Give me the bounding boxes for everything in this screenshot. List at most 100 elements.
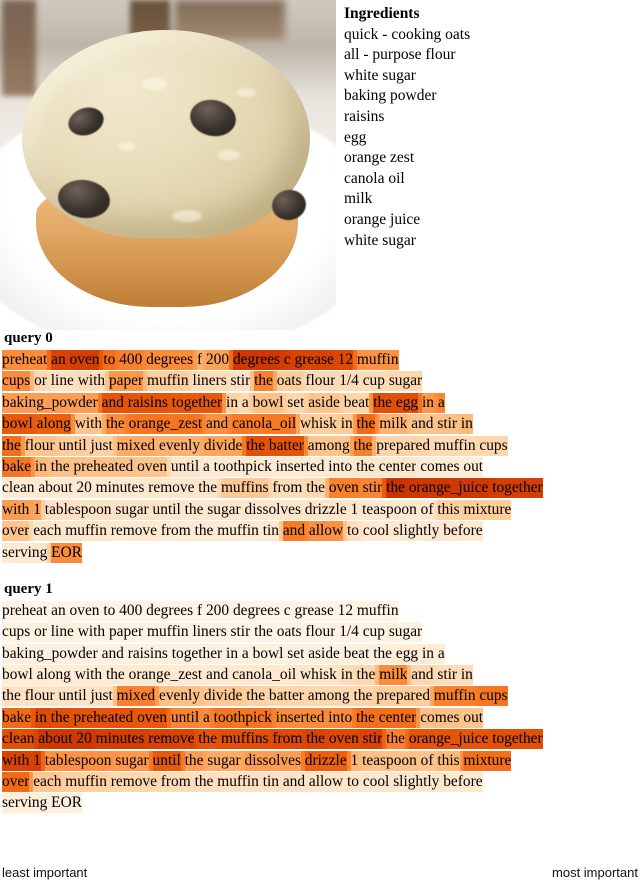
token: muffin xyxy=(217,772,259,793)
ingredients-title: Ingredients xyxy=(344,5,420,22)
ingredient-item: egg xyxy=(344,128,367,146)
token: muffin xyxy=(147,371,189,392)
token-space xyxy=(248,643,253,664)
token: degrees xyxy=(232,350,280,370)
token: grease xyxy=(294,350,334,370)
token: orange_juice xyxy=(408,729,489,750)
token: just xyxy=(90,686,113,707)
token: 20 xyxy=(76,478,92,499)
token: mixture xyxy=(463,499,512,520)
token: inserted xyxy=(275,456,325,477)
query-text-line: cups or line with paper muffin liners st… xyxy=(2,621,640,643)
token-space xyxy=(240,750,245,771)
token: c xyxy=(283,600,291,621)
token: each xyxy=(33,521,62,542)
token: tin xyxy=(262,521,279,542)
token: degrees xyxy=(232,600,280,621)
token-space xyxy=(290,600,295,621)
token: in xyxy=(226,392,239,413)
token: allow xyxy=(308,521,344,542)
token: sugar xyxy=(115,750,149,771)
token-space xyxy=(86,435,91,456)
token: comes xyxy=(420,456,460,477)
token: the xyxy=(194,521,214,542)
token: whisk xyxy=(300,414,337,435)
token: prepared xyxy=(376,686,431,707)
token: 200 xyxy=(205,600,230,621)
token: tablespoon xyxy=(44,750,112,771)
token: muffin xyxy=(217,521,259,542)
token: sugar xyxy=(207,499,241,520)
token: milk xyxy=(379,665,408,686)
query-text-line: with 1 tablespoon sugar until the sugar … xyxy=(2,750,640,771)
token: milk xyxy=(379,414,408,435)
token: from xyxy=(272,478,303,499)
token-space xyxy=(352,414,357,435)
token: sugar xyxy=(388,371,423,392)
token: minutes xyxy=(95,729,145,750)
legend-most-label: most important xyxy=(552,865,638,880)
token: muffin xyxy=(356,600,399,621)
token: remove xyxy=(110,772,157,793)
token: mixed xyxy=(116,435,156,456)
token: preheat xyxy=(2,350,48,370)
token: muffin xyxy=(433,435,476,456)
token: aside xyxy=(308,643,340,664)
query-block: query 0 preheat an oven to 400 degrees f … xyxy=(0,330,640,563)
legend-least-label: least important xyxy=(2,865,88,880)
token: in xyxy=(460,414,473,435)
token: sugar xyxy=(207,750,241,771)
token: cup xyxy=(362,371,385,392)
token: along xyxy=(36,665,71,686)
token: the xyxy=(184,750,204,771)
token: in xyxy=(340,414,353,435)
token-space xyxy=(226,371,231,392)
token: stir xyxy=(230,371,251,392)
token: 1/4 xyxy=(339,371,359,392)
token-space xyxy=(240,499,245,520)
token: remove xyxy=(148,729,195,750)
token: orange_zest xyxy=(128,665,203,686)
token: and xyxy=(411,665,434,686)
query-text-line: serving EOR xyxy=(2,792,640,814)
token: the xyxy=(198,478,218,499)
token: flour xyxy=(305,622,336,643)
photo-crumb xyxy=(172,210,202,222)
token: drizzle xyxy=(304,750,347,771)
photo-crumb xyxy=(218,150,240,160)
token: allow xyxy=(308,772,344,793)
token: line xyxy=(50,622,74,643)
token: baking_powder xyxy=(2,643,98,664)
legend-gradient-bar xyxy=(0,825,640,863)
token: the xyxy=(105,414,125,435)
token: set xyxy=(287,392,305,413)
token: before xyxy=(443,521,483,542)
token: slightly xyxy=(393,521,440,542)
token: a xyxy=(437,643,445,664)
ingredient-item: raisins xyxy=(344,107,385,125)
token: with xyxy=(77,622,106,643)
token: toothpick xyxy=(213,707,272,728)
token: until xyxy=(58,435,87,456)
ingredient-item: quick - cooking oats xyxy=(344,25,471,43)
token: and xyxy=(282,521,306,542)
token: paper xyxy=(108,371,144,392)
token: preheated xyxy=(73,707,134,728)
token: 400 xyxy=(119,350,143,370)
token: 400 xyxy=(119,600,143,621)
token: liners xyxy=(192,622,227,643)
token: about xyxy=(38,729,73,750)
token: the xyxy=(194,772,214,793)
token: 200 xyxy=(205,350,230,370)
token: oven xyxy=(69,350,100,370)
query-label: query 1 xyxy=(4,580,53,597)
token: the xyxy=(356,456,375,477)
token: a xyxy=(202,707,210,728)
token: tin xyxy=(262,772,279,793)
token-space xyxy=(352,665,357,686)
token: center xyxy=(378,456,417,477)
token: the xyxy=(246,686,266,707)
token: and xyxy=(411,414,434,435)
token: minutes xyxy=(95,478,145,499)
token: the xyxy=(184,499,204,520)
